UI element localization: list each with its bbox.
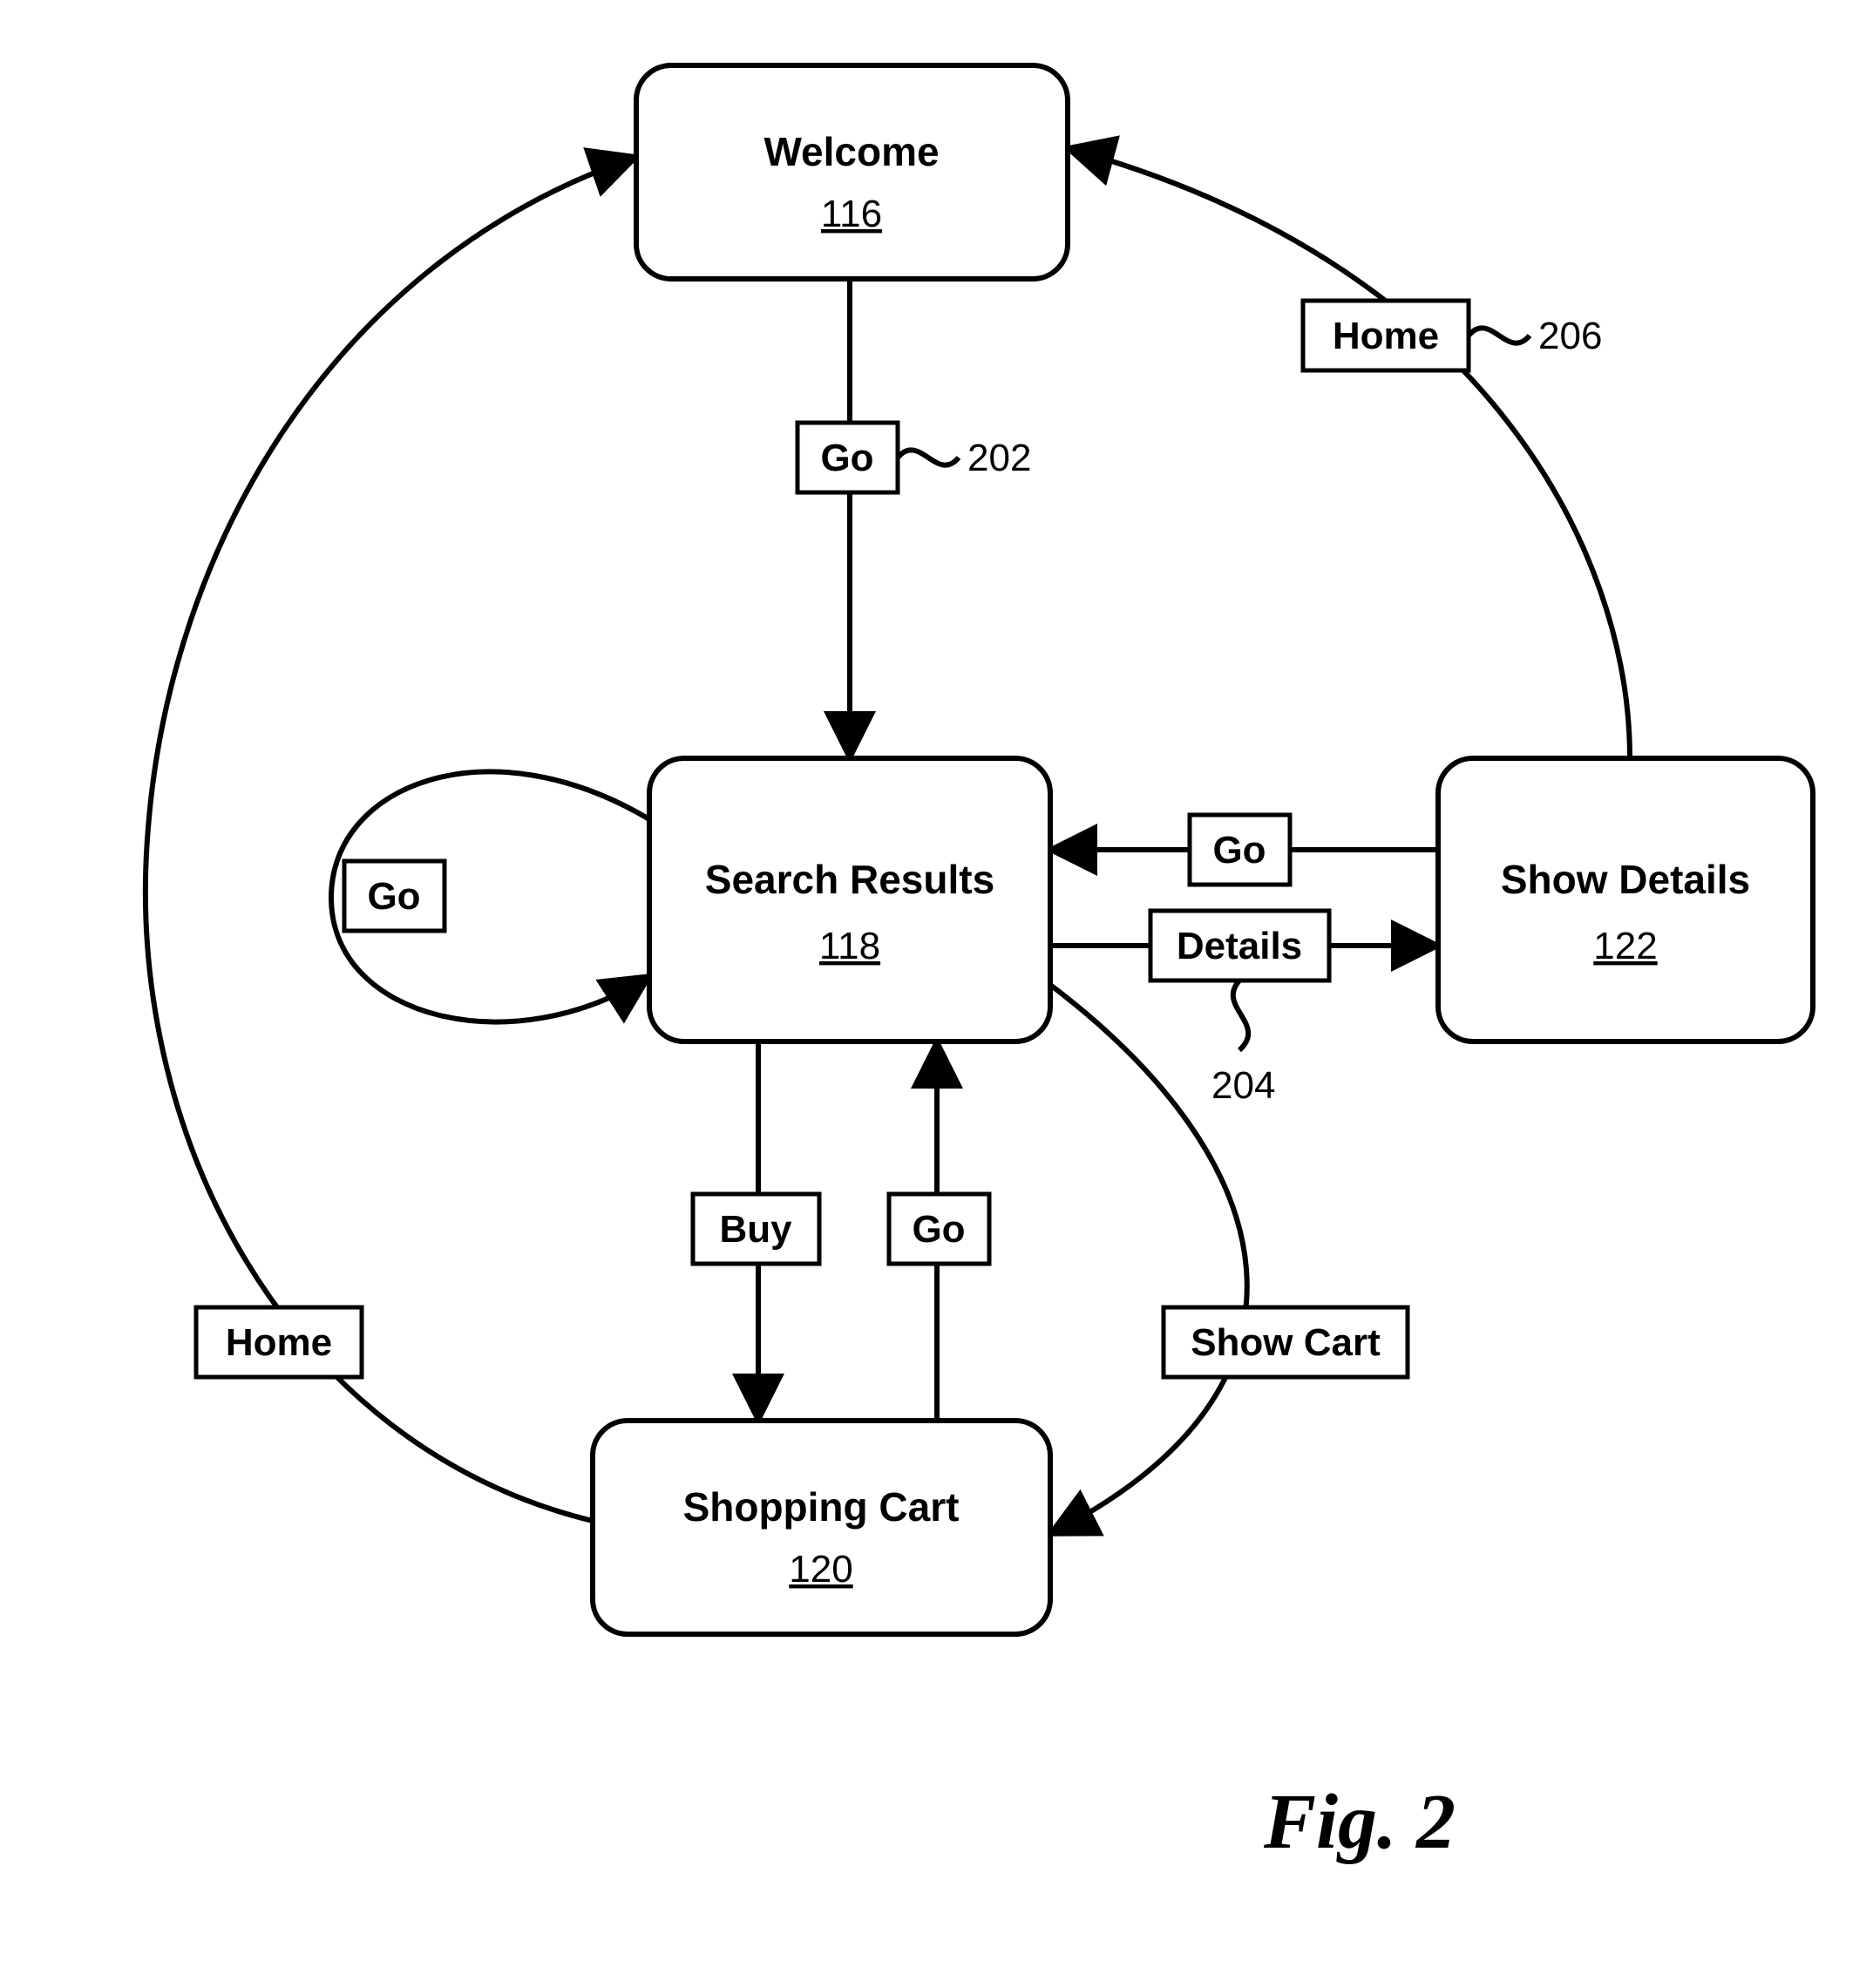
edge-label-details: Details	[1177, 925, 1302, 967]
edge-label-buy: Buy	[719, 1208, 792, 1251]
node-shopping-cart-title: Shopping Cart	[683, 1484, 960, 1530]
edge-details-to-welcome	[1068, 148, 1630, 758]
node-shopping-cart-ref: 120	[789, 1548, 852, 1591]
ref-connector-202	[898, 450, 959, 465]
node-show-details-title: Show Details	[1501, 857, 1750, 902]
state-diagram: Go 202 Go Go Details 204 Buy Go Home Hom…	[0, 0, 1873, 1988]
edge-label-go-details: Go	[1212, 829, 1266, 872]
figure-caption: Fig. 2	[1263, 1779, 1456, 1865]
ref-204: 204	[1211, 1064, 1275, 1107]
node-show-details: Show Details 122	[1438, 758, 1813, 1041]
ref-202: 202	[967, 437, 1031, 479]
node-search-results-title: Search Results	[705, 857, 994, 902]
ref-connector-204	[1233, 980, 1248, 1050]
edge-label-go-cart: Go	[912, 1208, 965, 1251]
ref-206: 206	[1538, 315, 1602, 357]
edge-label-home-right: Home	[1333, 315, 1439, 357]
edge-label-go-self: Go	[367, 875, 420, 918]
node-welcome: Welcome 116	[636, 65, 1068, 279]
node-welcome-title: Welcome	[763, 129, 939, 174]
node-welcome-ref: 116	[821, 193, 882, 235]
node-search-results: Search Results 118	[649, 758, 1050, 1041]
edge-label-showcart: Show Cart	[1191, 1321, 1381, 1364]
ref-connector-206	[1469, 328, 1530, 343]
edge-label-go-1: Go	[820, 437, 873, 479]
node-show-details-ref: 122	[1593, 925, 1657, 967]
node-shopping-cart: Shopping Cart 120	[593, 1421, 1050, 1634]
edge-label-home-left: Home	[226, 1321, 332, 1364]
node-search-results-ref: 118	[819, 925, 880, 967]
